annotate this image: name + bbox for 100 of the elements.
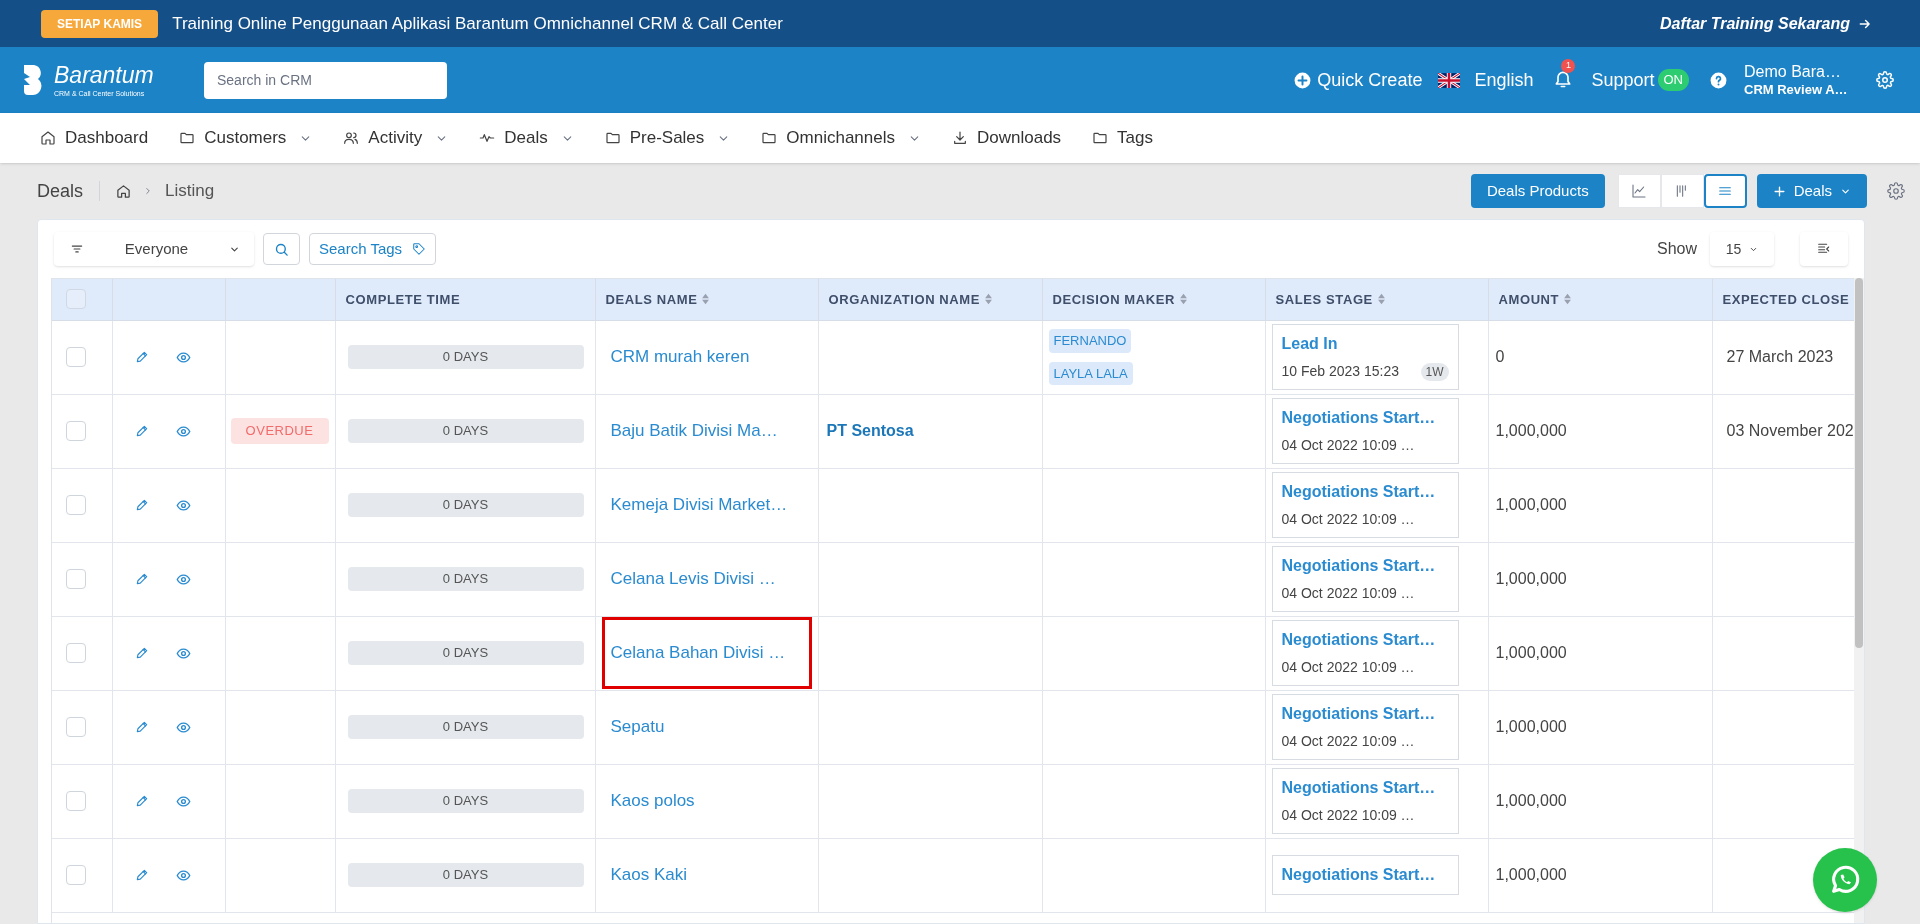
- deal-name-link[interactable]: Celana Bahan Divisi …: [601, 617, 812, 689]
- row-checkbox[interactable]: [66, 643, 86, 663]
- organization-link[interactable]: PT Sentosa: [826, 422, 914, 439]
- folder-icon: [179, 130, 196, 146]
- stage-date: 04 Oct 2022 10:09 …: [1281, 510, 1415, 529]
- row-checkbox[interactable]: [66, 717, 86, 737]
- deal-name-link[interactable]: Kaos polos: [601, 785, 812, 817]
- complete-time-bar: 0 DAYS: [347, 567, 584, 591]
- logo-name: Barantum: [54, 63, 154, 87]
- column-header[interactable]: DECISION MAKER: [1052, 289, 1255, 309]
- stage-date: 04 Oct 2022 10:09 …: [1281, 436, 1415, 455]
- edit-button[interactable]: [134, 498, 149, 512]
- edit-button[interactable]: [134, 720, 149, 734]
- deal-name-link[interactable]: CRM murah keren: [601, 341, 812, 373]
- edit-button[interactable]: [134, 350, 149, 364]
- stage-name: Negotiations Start…: [1281, 704, 1437, 724]
- settings-icon: [1887, 182, 1905, 200]
- owner-filter[interactable]: Everyone: [54, 232, 254, 266]
- search-field[interactable]: Search in CRM: [204, 61, 447, 99]
- search-button[interactable]: [263, 233, 300, 265]
- complete-time-bar: 0 DAYS: [347, 863, 584, 887]
- overdue-badge: OVERDUE: [230, 418, 329, 444]
- banner-text: Training Online Penggunaan Aplikasi Barantum Omnichannel CRM & Call Center: [172, 12, 783, 35]
- stage-name: Negotiations Start…: [1281, 630, 1437, 650]
- stage-name: Negotiations Start…: [1281, 408, 1437, 428]
- view-button[interactable]: [175, 571, 191, 587]
- edit-button[interactable]: [134, 794, 149, 808]
- column-header[interactable]: COMPLETE TIME: [345, 289, 585, 309]
- nav-item[interactable]: Tags: [1092, 125, 1153, 151]
- complete-time-bar: 0 DAYS: [347, 715, 584, 739]
- edit-button[interactable]: [134, 646, 149, 660]
- stage-date: 04 Oct 2022 10:09 …: [1281, 584, 1415, 603]
- stage-date: 04 Oct 2022 10:09 …: [1281, 658, 1415, 677]
- nav-item[interactable]: Customers: [179, 125, 313, 151]
- register-link[interactable]: Daftar Training Sekarang: [1660, 11, 1872, 36]
- folder-icon: [761, 130, 778, 146]
- deal-name-link[interactable]: Kemeja Divisi Market…: [601, 489, 812, 521]
- quick-create-button[interactable]: Quick Create: [1293, 66, 1423, 94]
- sales-stage-card[interactable]: Lead In 10 Feb 2023 15:23 1W: [1271, 324, 1459, 390]
- folder-icon: [604, 130, 621, 146]
- home-icon: [116, 183, 132, 199]
- row-checkbox[interactable]: [66, 791, 86, 811]
- stage-date: 04 Oct 2022 10:09 …: [1281, 732, 1415, 751]
- deal-name-link[interactable]: Baju Batik Divisi Ma…: [601, 415, 812, 447]
- nav-item[interactable]: Omnichannels: [761, 125, 921, 151]
- view-button[interactable]: [175, 349, 191, 365]
- sales-stage-card[interactable]: Negotiations Start… 04 Oct 2022 10:09 …: [1271, 620, 1459, 686]
- row-checkbox[interactable]: [66, 495, 86, 515]
- nav-item[interactable]: Deals: [479, 125, 574, 151]
- page-title: Deals: [37, 179, 84, 203]
- deal-name-link[interactable]: Celana Levis Divisi …: [601, 563, 812, 595]
- view-toggle[interactable]: [1703, 174, 1747, 208]
- pencil-icon: [134, 572, 149, 586]
- row-checkbox[interactable]: [66, 421, 86, 441]
- sales-stage-card[interactable]: Negotiations Start… 04 Oct 2022 10:09 …: [1271, 768, 1459, 834]
- deals-products-button[interactable]: Deals Products: [1470, 174, 1605, 208]
- view-button[interactable]: [175, 719, 191, 735]
- column-header[interactable]: ORGANIZATION NAME: [828, 289, 1032, 309]
- view-button[interactable]: [175, 867, 191, 883]
- stage-date: 04 Oct 2022 10:09 …: [1281, 806, 1415, 825]
- deal-name-link[interactable]: Kaos Kaki: [601, 859, 812, 891]
- column-header[interactable]: EXPECTED CLOSE: [1722, 289, 1854, 309]
- edit-button[interactable]: [134, 572, 149, 586]
- amount: 1,000,000: [1495, 792, 1567, 809]
- amount: 1,000,000: [1495, 570, 1567, 587]
- edit-button[interactable]: [134, 424, 149, 438]
- row-checkbox[interactable]: [66, 865, 86, 885]
- row-checkbox[interactable]: [66, 569, 86, 589]
- page-size-select[interactable]: 15: [1710, 232, 1774, 266]
- view-button[interactable]: [175, 645, 191, 661]
- nav-item[interactable]: Activity: [343, 125, 449, 151]
- row-checkbox[interactable]: [66, 347, 86, 367]
- view-button[interactable]: [175, 793, 191, 809]
- sales-stage-card[interactable]: Negotiations Start… 04 Oct 2022 10:09 …: [1271, 694, 1459, 760]
- select-all-checkbox[interactable]: [66, 289, 86, 310]
- edit-button[interactable]: [134, 868, 149, 882]
- column-header[interactable]: AMOUNT: [1498, 289, 1702, 309]
- nav-item[interactable]: Pre-Sales: [604, 125, 731, 151]
- support-button[interactable]: Support ON: [1591, 66, 1689, 94]
- support-status: ON: [1657, 69, 1689, 91]
- scrollbar-thumb[interactable]: [1855, 278, 1863, 648]
- sales-stage-card[interactable]: Negotiations Start… 04 Oct 2022 10:09 …: [1271, 398, 1459, 464]
- deal-name-link[interactable]: Sepatu: [601, 711, 812, 743]
- sales-stage-card[interactable]: Negotiations Start…: [1271, 855, 1459, 895]
- add-deals-button[interactable]: Deals: [1756, 174, 1867, 208]
- nav-item[interactable]: Dashboard: [40, 125, 149, 151]
- sales-stage-card[interactable]: Negotiations Start… 04 Oct 2022 10:09 …: [1271, 472, 1459, 538]
- home-icon: [40, 130, 56, 146]
- stage-name: Negotiations Start…: [1281, 482, 1437, 502]
- plus-icon: [1772, 184, 1786, 198]
- search-tags-button[interactable]: Search Tags: [309, 233, 437, 265]
- column-header[interactable]: DEALS NAME: [605, 289, 808, 309]
- amount: 1,000,000: [1495, 644, 1567, 661]
- language-selector[interactable]: English: [1438, 66, 1534, 94]
- sales-stage-card[interactable]: Negotiations Start… 04 Oct 2022 10:09 …: [1271, 546, 1459, 612]
- nav-item[interactable]: Downloads: [952, 125, 1062, 151]
- view-button[interactable]: [175, 497, 191, 513]
- stage-name: Negotiations Start…: [1281, 778, 1437, 798]
- view-button[interactable]: [175, 423, 191, 439]
- column-header[interactable]: SALES STAGE: [1275, 289, 1478, 309]
